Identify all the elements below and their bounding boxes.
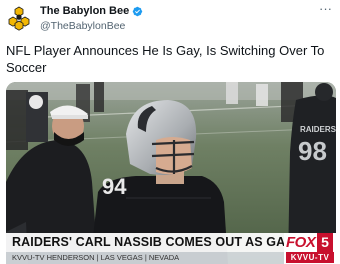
svg-text:98: 98 [298,136,327,166]
account-names: The Babylon Bee @TheBabylonBee [40,5,143,33]
chyron-location: KVVU-TV HENDERSON | LAS VEGAS | NEVADA [12,253,180,262]
tweet-media-image[interactable]: RAIDERS 98 94 RAIDERS' CARL NASSIB COMES… [6,82,336,264]
chyron-headline: RAIDERS' CARL NASSIB COMES OUT AS GAY [12,235,293,249]
tweet-header: The Babylon Bee @TheBabylonBee ··· [0,0,340,36]
station-logo-channel: 5 [317,233,333,252]
more-options-button[interactable]: ··· [319,2,332,15]
verified-badge-icon [133,6,143,17]
station-logo-brand: FOX [286,234,316,251]
chyron-location-bar: KVVU-TV HENDERSON | LAS VEGAS | NEVADA [6,252,284,264]
svg-text:94: 94 [102,174,127,199]
chyron-headline-bar: RAIDERS' CARL NASSIB COMES OUT AS GAY [6,233,292,252]
tweet-text: NFL Player Announces He Is Gay, Is Switc… [6,43,325,75]
bee-logo-icon [5,5,33,33]
svg-text:RAIDERS: RAIDERS [300,125,336,134]
display-name-row: The Babylon Bee [40,5,143,18]
station-logo: FOX 5 KVVU-TV [284,233,336,264]
display-name[interactable]: The Babylon Bee [40,5,129,18]
sideline-figure [26,92,48,142]
news-chyron: RAIDERS' CARL NASSIB COMES OUT AS GAY KV… [6,233,336,264]
avatar[interactable] [5,5,33,33]
account-handle[interactable]: @TheBabylonBee [40,20,143,33]
station-logo-call-sign: KVVU-TV [286,252,334,263]
